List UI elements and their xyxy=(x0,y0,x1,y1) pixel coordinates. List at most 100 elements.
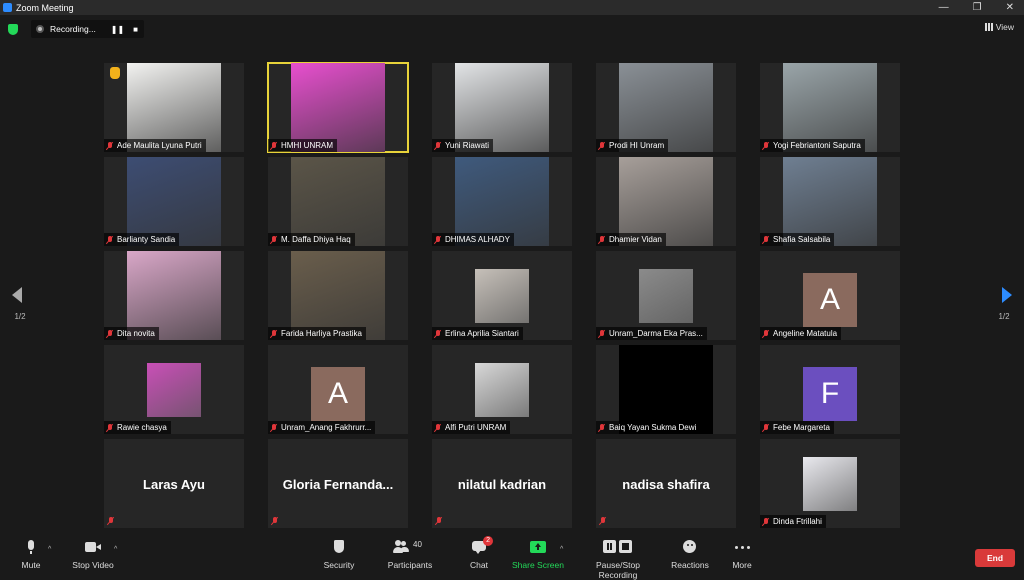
participant-tile[interactable]: Barlianty Sandia xyxy=(104,157,244,246)
reactions-label: Reactions xyxy=(671,560,709,570)
participant-name-bar: Prodi HI Unram xyxy=(596,139,669,152)
muted-mic-icon xyxy=(599,141,605,150)
muted-mic-icon xyxy=(271,235,277,244)
view-label: View xyxy=(995,22,1014,32)
participant-tile[interactable]: A Unram_Anang Fakhrurr... xyxy=(268,345,408,434)
page-indicator-left: 1/2 xyxy=(14,312,26,321)
participant-tile[interactable]: Dita novita xyxy=(104,251,244,340)
participant-name-bar: Alfi Putri UNRAM xyxy=(432,421,511,434)
muted-mic-icon xyxy=(599,235,605,244)
video-gallery: Ade Maulita Lyuna Putri HMHI UNRAM Yuni Ri… xyxy=(104,62,920,529)
participants-button[interactable]: 40 Participants xyxy=(386,540,434,570)
participants-label: Participants xyxy=(387,560,433,570)
participant-tile[interactable]: Baiq Yayan Sukma Dewi xyxy=(596,345,736,434)
previous-page-arrow-icon[interactable] xyxy=(12,287,22,303)
muted-mic-icon xyxy=(107,329,113,338)
participant-name: Unram_Anang Fakhrurr... xyxy=(281,423,372,432)
participant-name-bar: HMHI UNRAM xyxy=(268,139,337,152)
participant-name-bar: Baiq Yayan Sukma Dewi xyxy=(596,421,701,434)
maximize-button[interactable]: ❐ xyxy=(973,0,982,15)
participant-name: Febe Margareta xyxy=(773,423,830,432)
participant-tile[interactable]: M. Daffa Dhiya Haq xyxy=(268,157,408,246)
participant-tile[interactable]: Dhamier Vidan xyxy=(596,157,736,246)
participant-name-bar: Yuni Riawati xyxy=(432,139,494,152)
window-title: Zoom Meeting xyxy=(16,2,74,13)
recording-dot-icon xyxy=(36,25,44,33)
participant-tile[interactable]: nadisa shafira xyxy=(596,439,736,528)
participant-tile[interactable]: Laras Ayu xyxy=(104,439,244,528)
muted-mic-icon xyxy=(763,235,769,244)
participant-name: Rawie chasya xyxy=(117,423,167,432)
security-shield-icon[interactable] xyxy=(8,24,18,35)
close-window-button[interactable]: ✕ xyxy=(1006,0,1014,15)
participant-name: Dinda Ftrillahi xyxy=(773,517,822,526)
mute-button[interactable]: Mute xyxy=(18,540,44,570)
participant-tile[interactable]: DHIMAS ALHADY xyxy=(432,157,572,246)
participant-name: Alfi Putri UNRAM xyxy=(445,423,507,432)
ellipsis-icon xyxy=(734,540,750,554)
participant-tile[interactable]: Unram_Darma Eka Pras... xyxy=(596,251,736,340)
muted-mic-icon xyxy=(763,141,769,150)
smiley-icon xyxy=(682,540,698,554)
participant-profile-picture xyxy=(475,363,529,417)
video-options-caret-icon[interactable]: ^ xyxy=(114,546,117,553)
security-button[interactable]: Security xyxy=(320,540,358,570)
muted-mic-icon xyxy=(107,235,113,244)
participant-tile[interactable]: Prodi HI Unram xyxy=(596,63,736,152)
more-label: More xyxy=(732,560,752,570)
participants-count: 40 xyxy=(413,540,422,549)
participant-profile-picture xyxy=(147,363,201,417)
chat-button[interactable]: 2 Chat xyxy=(468,536,493,570)
stop-recording-icon[interactable]: ■ xyxy=(133,25,138,34)
muted-mic-icon xyxy=(435,423,441,432)
participant-tile[interactable]: Gloria Fernanda... xyxy=(268,439,408,528)
participant-tile[interactable]: A Angeline Matatula xyxy=(760,251,900,340)
share-options-caret-icon[interactable]: ^ xyxy=(560,546,563,553)
participant-name: Unram_Darma Eka Pras... xyxy=(609,329,703,338)
shield-icon xyxy=(331,540,347,554)
muted-mic-icon xyxy=(107,423,113,432)
participant-tile[interactable]: HMHI UNRAM xyxy=(267,62,409,153)
participant-display-name-large: nilatul kadrian xyxy=(457,477,547,492)
participant-name: Yuni Riawati xyxy=(445,141,490,150)
participant-tile[interactable]: Farida Harliya Prastika xyxy=(268,251,408,340)
share-screen-button[interactable]: Share Screen xyxy=(512,540,564,570)
muted-mic-icon xyxy=(435,141,441,150)
pause-recording-icon[interactable]: ❚❚ xyxy=(111,25,124,34)
participant-tile[interactable]: F Febe Margareta xyxy=(760,345,900,434)
chat-unread-badge: 2 xyxy=(483,536,493,546)
participant-name: Barlianty Sandia xyxy=(117,235,176,244)
participant-tile[interactable]: nilatul kadrian xyxy=(432,439,572,528)
muted-mic-icon xyxy=(271,141,277,150)
participant-tile[interactable]: Shafia Salsabila xyxy=(760,157,900,246)
participant-tile[interactable]: Alfi Putri UNRAM xyxy=(432,345,572,434)
participant-name-bar: Angeline Matatula xyxy=(760,327,842,340)
more-button[interactable]: More xyxy=(728,540,756,570)
participant-name: Prodi HI Unram xyxy=(609,141,665,150)
participant-tile[interactable]: Dinda Ftrillahi xyxy=(760,439,900,528)
pause-stop-recording-label: Pause/Stop Recording xyxy=(596,560,640,580)
participant-name-bar: Erlina Aprilia Siantari xyxy=(432,327,523,340)
audio-options-caret-icon[interactable]: ^ xyxy=(48,546,51,553)
muted-mic-icon xyxy=(763,329,769,338)
participant-tile[interactable]: Yogi Febriantoni Saputra xyxy=(760,63,900,152)
view-button[interactable]: View xyxy=(984,22,1014,32)
participant-display-name-large: nadisa shafira xyxy=(622,477,710,492)
end-meeting-button[interactable]: End xyxy=(975,549,1015,567)
pause-stop-recording-button[interactable]: Pause/Stop Recording xyxy=(576,540,660,580)
minimize-button[interactable]: — xyxy=(939,0,949,15)
stop-video-label: Stop Video xyxy=(72,560,114,570)
participant-tile[interactable]: Rawie chasya xyxy=(104,345,244,434)
stop-video-button[interactable]: Stop Video xyxy=(70,540,116,570)
participant-tile[interactable]: Erlina Aprilia Siantari xyxy=(432,251,572,340)
participant-name: Yogi Febriantoni Saputra xyxy=(773,141,861,150)
participant-name: Baiq Yayan Sukma Dewi xyxy=(609,423,697,432)
participant-name-bar: Farida Harliya Prastika xyxy=(268,327,366,340)
participant-tile[interactable]: Yuni Riawati xyxy=(432,63,572,152)
participant-name: Farida Harliya Prastika xyxy=(281,329,362,338)
muted-mic-icon xyxy=(763,517,769,526)
participant-tile[interactable]: Ade Maulita Lyuna Putri xyxy=(104,63,244,152)
reactions-button[interactable]: Reactions xyxy=(670,540,710,570)
participant-profile-picture xyxy=(475,269,529,323)
next-page-arrow-icon[interactable] xyxy=(1002,287,1012,303)
